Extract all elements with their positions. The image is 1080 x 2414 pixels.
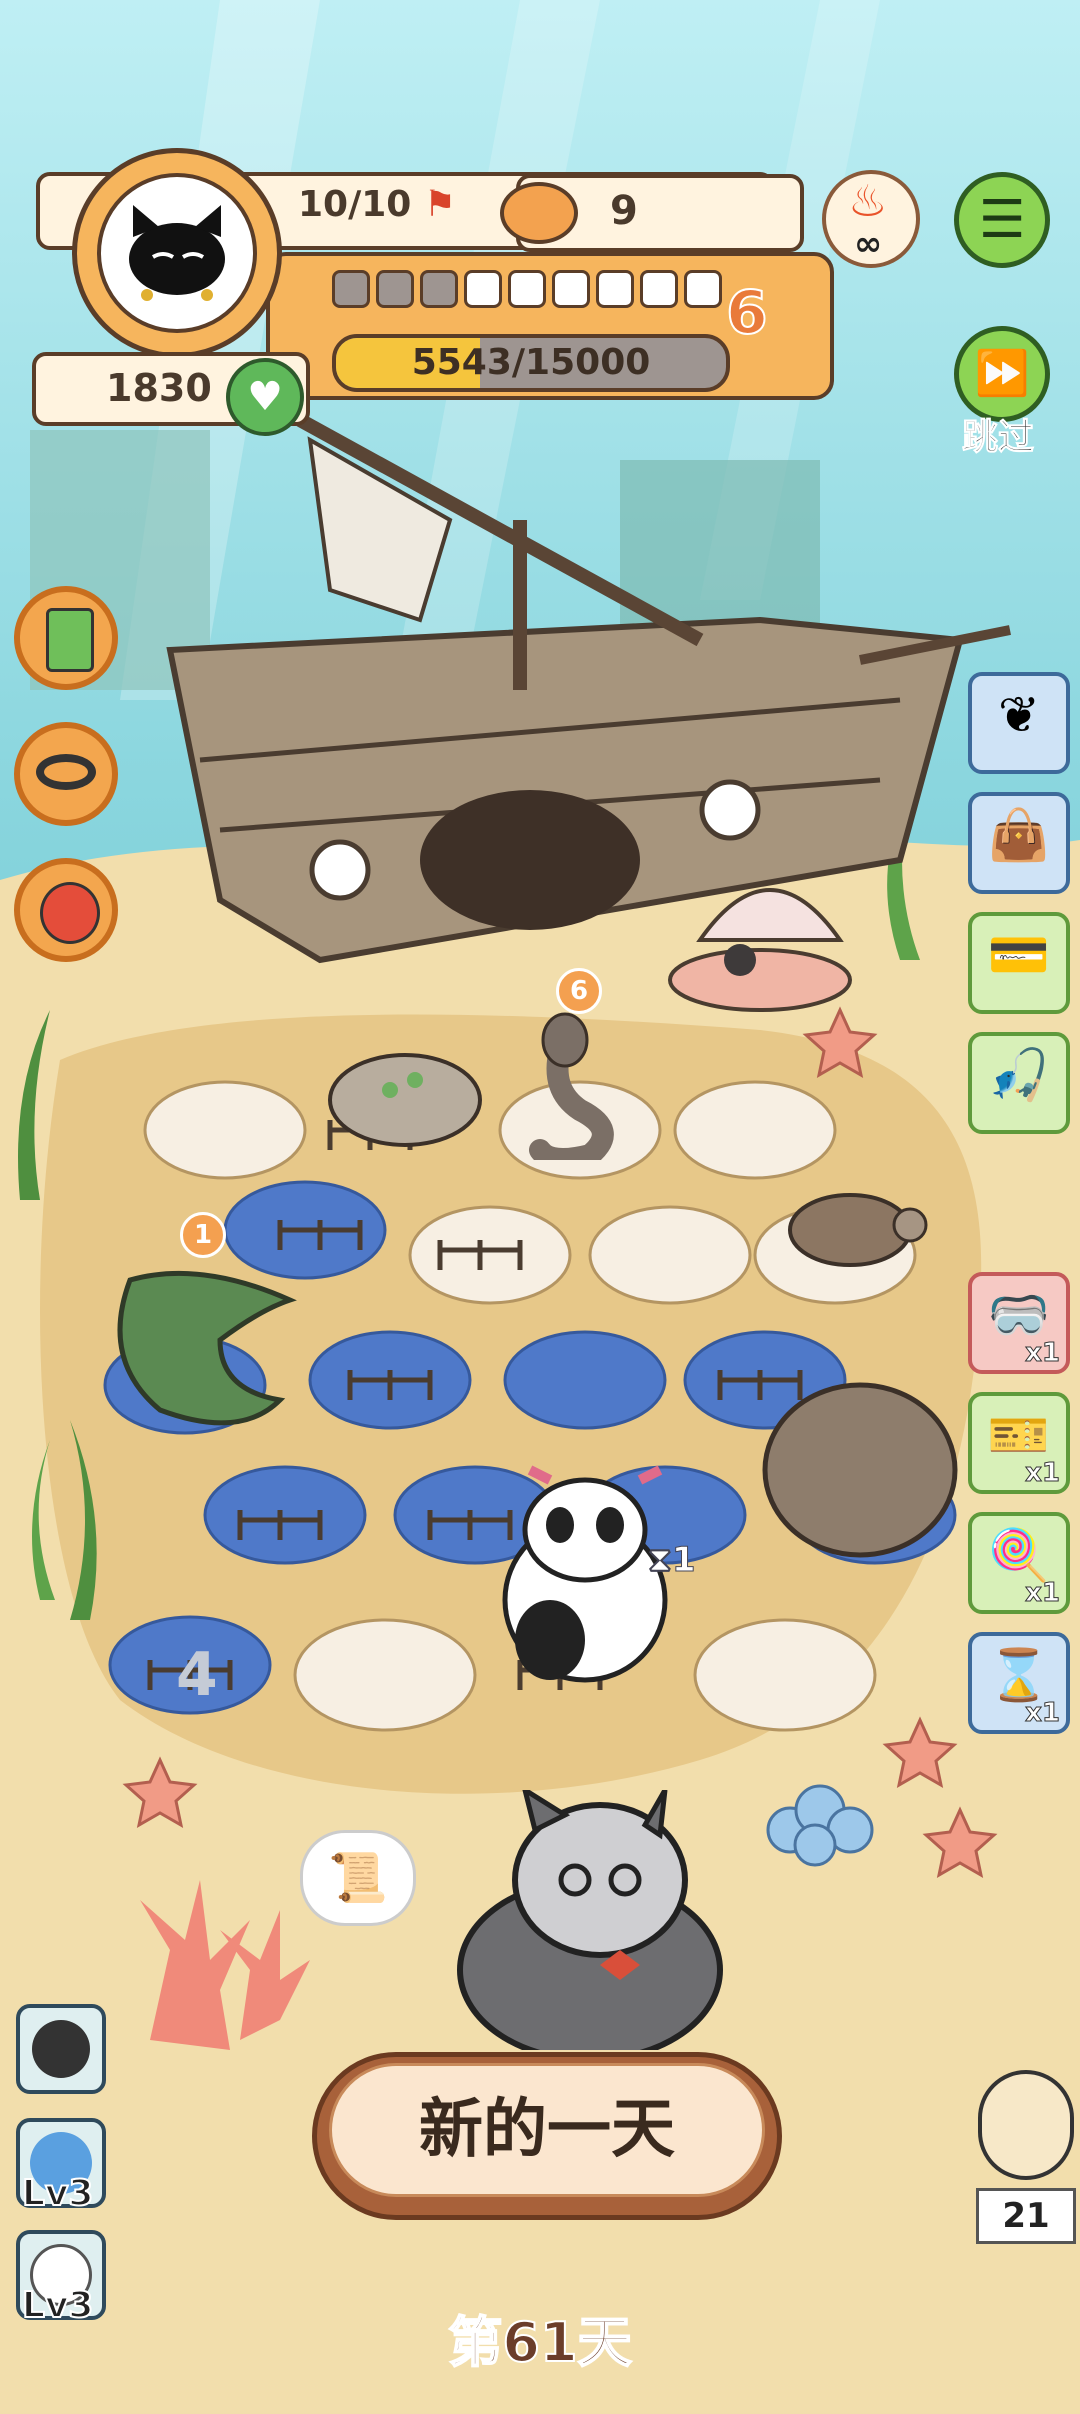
owl-icon (978, 2070, 1074, 2180)
snake-level-badge: 6 (556, 968, 602, 1014)
item-slot-card[interactable]: 💳 (968, 912, 1070, 1014)
skill-button-2[interactable]: Lv3 (16, 2118, 106, 2215)
day-label: 第61天 (447, 2310, 632, 2375)
heart-gem-icon[interactable]: ♥ (226, 358, 304, 436)
tile-number: 4 (176, 1640, 218, 1710)
exp-bar: 5543/15000 (332, 334, 730, 392)
level-segment (464, 270, 502, 308)
certificate-icon: 📜 (328, 1850, 388, 1906)
skill-2-level: Lv3 (21, 2172, 94, 2215)
skip-label: 跳过 (961, 417, 1035, 459)
card-icon: 💳 (987, 926, 1051, 984)
flame-helmet-button[interactable]: ♨ ∞ (822, 170, 920, 268)
item-slot-ticket[interactable]: 🎫 x1 (968, 1392, 1070, 1494)
menu-button[interactable]: ☰ (954, 172, 1050, 268)
item-count: x1 (1025, 1458, 1061, 1489)
wings-icon: ❦ (998, 686, 1040, 744)
cat-character[interactable] (440, 1790, 740, 2050)
new-day-button-face: 新的一天 (329, 2063, 765, 2197)
level-segment (420, 270, 458, 308)
item-slot-snorkel-mask[interactable]: 🥽 x1 (968, 1272, 1070, 1374)
bag-icon: 👜 (987, 806, 1051, 864)
turtle-animal[interactable] (780, 1180, 930, 1280)
snorkel-mask-icon: 🥽 (987, 1286, 1051, 1344)
hourglass-timer-text: 1 (671, 1540, 696, 1581)
level-segment (552, 270, 590, 308)
cat-bowl-icon (500, 182, 578, 244)
hourglass-timer: ⧗1 (648, 1540, 697, 1581)
infinity-text: ∞ (854, 224, 883, 264)
item-slot-wings[interactable]: ❦ (968, 672, 1070, 774)
owl-counter[interactable]: 21 (972, 2070, 1080, 2250)
item-slot-fishing-rod[interactable]: 🎣 (968, 1032, 1070, 1134)
new-day-button[interactable]: 新的一天 (312, 2052, 782, 2220)
level-segment (508, 270, 546, 308)
dark-orb-icon (32, 2020, 90, 2078)
red-flag-icon: ⚑ (423, 184, 457, 225)
level-badge: 6 (725, 277, 769, 349)
certificate-bubble[interactable]: 📜 (300, 1830, 416, 1926)
bowl-counter-box: 9 (500, 174, 804, 252)
level-segments (332, 270, 722, 308)
level-segment (376, 270, 414, 308)
hud-panel: 10/10 ⚑ 9 6 5543/15000 1830 ♥ (32, 148, 834, 436)
avatar (97, 173, 257, 333)
item-slot-lollipop[interactable]: 🍭 x1 (968, 1512, 1070, 1614)
left-button-calculator[interactable] (14, 586, 118, 690)
item-count: x1 (1025, 1698, 1061, 1729)
croc-level-text: 1 (193, 1220, 213, 1250)
fast-forward-icon: ⏩ (974, 348, 1030, 399)
hourglass-timer-icon: ⧗ (648, 1540, 673, 1581)
item-slot-hourglass[interactable]: ⌛ x1 (968, 1632, 1070, 1734)
lollipop-icon: 🍭 (987, 1526, 1051, 1584)
level-segment (596, 270, 634, 308)
energy-value: 10/10 (298, 184, 412, 225)
owl-count-text: 21 (1002, 2196, 1050, 2236)
skill-button-1[interactable] (16, 2004, 106, 2094)
black-cat-avatar-icon (129, 205, 225, 301)
ticket-icon: 🎫 (987, 1406, 1051, 1464)
collar-icon (36, 754, 96, 790)
level-segment (640, 270, 678, 308)
flame-icon: ♨ (848, 176, 888, 227)
crocodile-animal[interactable] (100, 1240, 300, 1440)
lucky-cat-icon (40, 882, 100, 944)
new-day-label: 新的一天 (419, 2093, 675, 2167)
hourglass-icon: ⌛ (987, 1646, 1051, 1704)
fishing-rod-icon: 🎣 (987, 1046, 1051, 1104)
left-button-lucky-cat[interactable] (14, 858, 118, 962)
menu-icon: ☰ (978, 190, 1026, 250)
avatar-frame[interactable] (72, 148, 282, 358)
owl-count-box: 21 (976, 2188, 1076, 2244)
seal-animal[interactable] (320, 1040, 490, 1160)
item-count: x1 (1025, 1578, 1061, 1609)
croc-level-badge: 1 (180, 1212, 226, 1258)
exp-text: 5543/15000 (411, 342, 651, 383)
level-segment (684, 270, 722, 308)
snake-animal[interactable] (520, 1010, 640, 1160)
bear-animal[interactable] (760, 1360, 960, 1560)
bowl-value: 9 (610, 188, 638, 234)
calculator-icon (46, 608, 94, 672)
item-slot-bag[interactable]: 👜 (968, 792, 1070, 894)
left-button-collar[interactable] (14, 722, 118, 826)
coin-value: 1830 (106, 366, 212, 410)
game-scene: 6 1 ⧗1 4 📜 10/10 ⚑ 9 6 5543/15000 1830 ♥… (0, 0, 1080, 2414)
snake-level-text: 6 (569, 976, 589, 1006)
energy-counter: 10/10 ⚑ (298, 184, 456, 225)
item-count: x1 (1025, 1338, 1061, 1369)
level-segment (332, 270, 370, 308)
